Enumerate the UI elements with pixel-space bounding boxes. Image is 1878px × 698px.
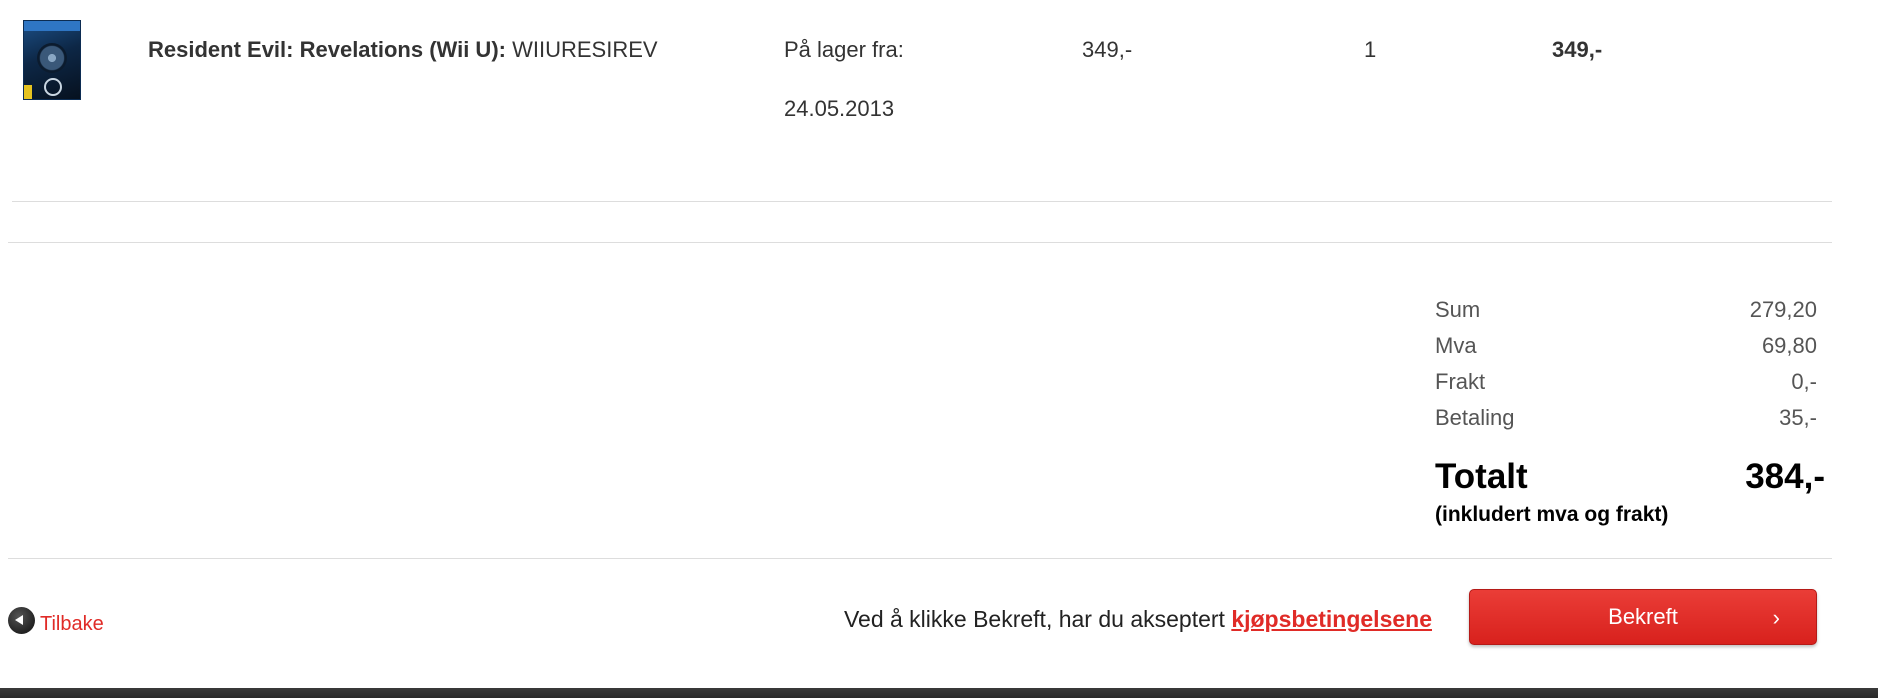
confirm-button-label[interactable]: Bekreft: [1608, 604, 1678, 630]
product-thumbnail[interactable]: [23, 20, 81, 100]
stock-date: 24.05.2013: [784, 96, 895, 121]
summary-label-vat: Mva: [1435, 333, 1477, 358]
summary-label-sum: Sum: [1435, 297, 1481, 322]
back-link[interactable]: Tilbake: [8, 605, 104, 636]
thumbnail-header-strip: [24, 21, 80, 31]
total-note: (inkludert mva og frakt): [1435, 503, 1669, 526]
line-total: 349,-: [1552, 37, 1603, 62]
stock-status-label: På lager fra:: [784, 37, 904, 62]
product-title[interactable]: Resident Evil: Revelations (Wii U): WIIU…: [148, 37, 658, 63]
back-arrow-icon[interactable]: [8, 607, 35, 634]
divider: [12, 201, 1832, 202]
confirm-button[interactable]: Bekreft ›: [1469, 589, 1817, 645]
total-label: Totalt: [1435, 457, 1528, 496]
summary-value-shipping: 0,-: [1791, 369, 1817, 394]
cover-art-emblem: [37, 43, 67, 73]
product-sku: WIIURESIREV: [512, 37, 658, 62]
terms-link[interactable]: kjøpsbetingelsene: [1231, 606, 1432, 632]
terms-text: Ved å klikke Bekreft, har du akseptert: [843, 606, 1232, 632]
cover-art-symbol: [44, 78, 62, 96]
summary-value-vat: 69,80: [1761, 333, 1817, 358]
summary-value-sum: 279,20: [1749, 297, 1817, 322]
unit-price: 349,-: [1082, 37, 1133, 62]
rating-badge: [24, 85, 32, 99]
quantity: 1: [1364, 37, 1377, 62]
back-label[interactable]: Tilbake: [40, 613, 104, 636]
summary-label-shipping: Frakt: [1435, 369, 1486, 394]
summary-label-payment: Betaling: [1435, 405, 1515, 430]
page-bottom-bar: [0, 688, 1878, 698]
terms-notice: Ved å klikke Bekreft, har du akseptert k…: [844, 606, 1432, 633]
product-name[interactable]: Resident Evil: Revelations (Wii U):: [148, 37, 506, 62]
chevron-right-icon: ›: [1772, 605, 1780, 630]
summary-value-payment: 35,-: [1779, 405, 1817, 430]
total-value: 384,-: [1745, 457, 1825, 496]
divider: [8, 558, 1832, 559]
divider: [8, 242, 1832, 243]
